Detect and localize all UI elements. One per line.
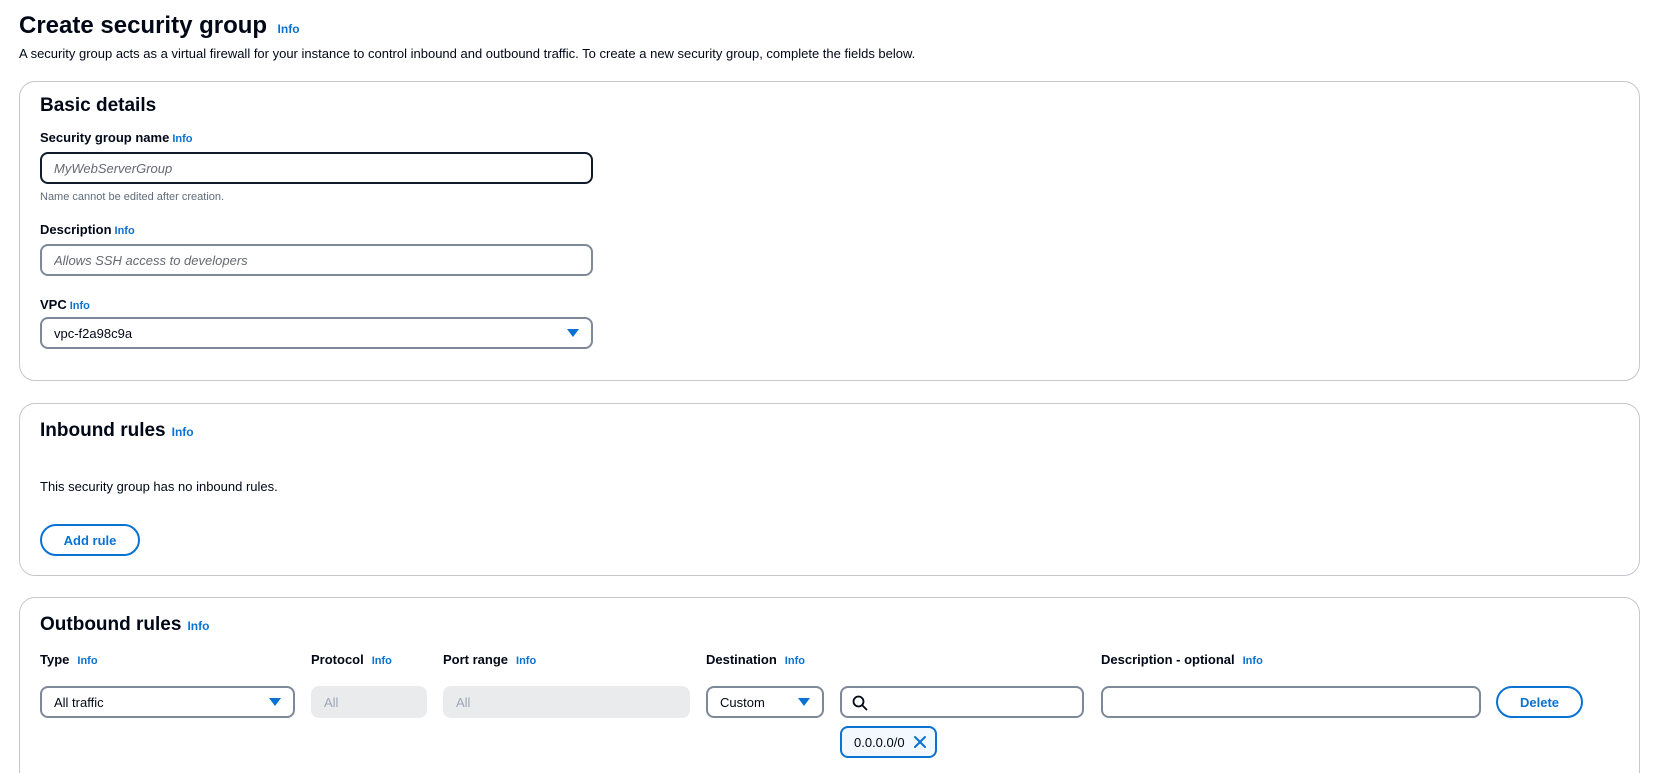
security-group-name-label: Security group name Info [40,130,193,145]
rule-port-range-field: All [443,686,690,718]
inbound-rules-panel: Inbound rules Info This security group ha… [19,403,1640,576]
column-protocol-label: Protocol Info [311,652,392,667]
close-icon[interactable] [913,735,927,749]
outbound-rules-info-link[interactable]: Info [187,619,209,633]
security-group-name-hint: Name cannot be edited after creation. [40,191,225,203]
column-type-info-link[interactable]: Info [77,655,97,667]
basic-details-title: Basic details [40,95,157,116]
column-type-label: Type Info [40,652,98,667]
inbound-rules-title: Inbound rules Info [40,420,194,441]
page-header: Create security group Info [19,12,300,40]
inbound-rules-empty-text: This security group has no inbound rules… [40,479,278,494]
vpc-info-link[interactable]: Info [70,300,90,312]
caret-down-icon [798,698,810,706]
rule-protocol-field: All [311,686,427,718]
vpc-select-value: vpc-f2a98c9a [54,325,133,341]
outbound-rules-title: Outbound rules Info [40,614,210,635]
page-title-info-link[interactable]: Info [278,22,300,36]
delete-rule-button[interactable]: Delete [1496,686,1583,718]
description-input[interactable] [40,244,593,276]
column-destination-label: Destination Info [706,652,805,667]
page-title: Create security group [19,12,268,39]
destination-token: 0.0.0.0/0 [840,726,937,758]
page-description: A security group acts as a virtual firew… [19,46,916,61]
security-group-name-info-link[interactable]: Info [172,133,192,145]
rule-destination-type-select[interactable]: Custom [706,686,824,718]
inbound-rules-info-link[interactable]: Info [172,425,194,439]
caret-down-icon [269,698,281,706]
basic-details-panel: Basic details Security group nameInfo Na… [19,81,1640,381]
rule-type-select[interactable]: All traffic [40,686,295,718]
column-description-label: Description - optional Info [1101,652,1263,667]
security-group-name-input[interactable] [40,152,593,184]
rule-description-input[interactable] [1101,686,1481,718]
destination-token-label: 0.0.0.0/0 [854,734,905,750]
column-description-info-link[interactable]: Info [1243,655,1263,667]
caret-down-icon [567,329,579,337]
vpc-select[interactable]: vpc-f2a98c9a [40,317,593,349]
column-destination-info-link[interactable]: Info [785,655,805,667]
column-port-range-label: Port range Info [443,652,537,667]
description-info-link[interactable]: Info [115,225,135,237]
rule-type-value: All traffic [54,694,104,710]
column-port-range-info-link[interactable]: Info [516,655,536,667]
add-rule-button[interactable]: Add rule [40,524,140,556]
rule-destination-type-value: Custom [720,694,765,710]
destination-search-input[interactable] [840,686,1084,718]
vpc-label: VPC Info [40,297,90,312]
description-label: Description Info [40,222,135,237]
column-protocol-info-link[interactable]: Info [372,655,392,667]
search-icon [852,695,868,711]
outbound-rules-panel: Outbound rules Info Type Info Protocol Info… [19,597,1640,773]
